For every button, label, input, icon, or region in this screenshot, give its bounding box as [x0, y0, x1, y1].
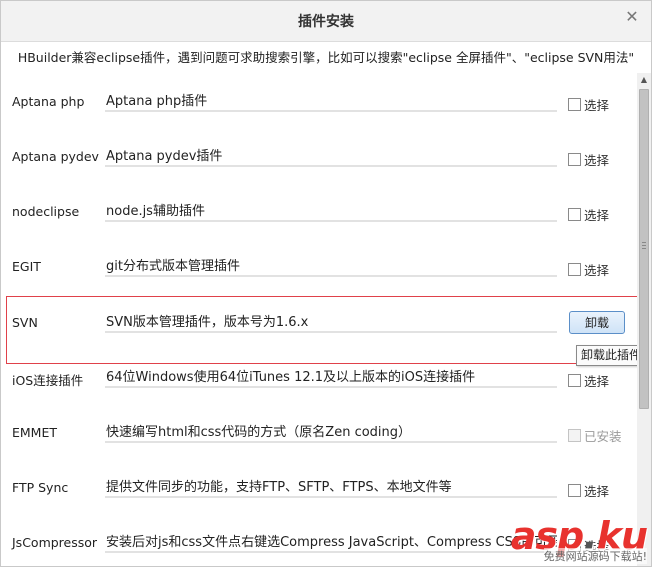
scroll-up-arrow-icon[interactable]: ▲ — [637, 73, 651, 87]
grip-line — [642, 245, 646, 246]
select-label: 选择 — [584, 484, 610, 499]
plugin-row-emmet: EMMET 快速编写html和css代码的方式（原名Zen coding） 已安… — [1, 404, 637, 459]
plugin-row-egit: EGIT git分布式版本管理插件 选择 — [1, 238, 637, 293]
select-checkbox[interactable]: 选择 — [568, 95, 609, 114]
title-bar: 插件安装 ✕ — [1, 1, 651, 42]
plugin-name: Aptana pydev — [12, 149, 99, 164]
plugin-description: git分布式版本管理插件 — [105, 255, 557, 277]
plugin-description: 提供文件同步的功能，支持FTP、SFTP、FTPS、本地文件等 — [105, 476, 557, 498]
grip-line — [642, 248, 646, 249]
plugin-description: Aptana pydev插件 — [105, 145, 557, 167]
select-label: 选择 — [584, 98, 610, 113]
watermark-tagline: 免费网站源码下载站! — [543, 548, 647, 564]
checkbox-icon[interactable] — [568, 374, 581, 387]
installed-label: 已安装 — [584, 429, 622, 444]
plugin-install-dialog: 插件安装 ✕ HBuilder兼容eclipse插件，遇到问题可求助搜索引擎，比… — [0, 0, 652, 567]
plugin-description: 64位Windows使用64位iTunes 12.1及以上版本的iOS连接插件 — [105, 366, 557, 388]
plugin-name: Aptana php — [12, 94, 85, 109]
vertical-scrollbar[interactable]: ▲ — [637, 73, 651, 566]
uninstall-button[interactable]: 卸载 — [569, 311, 625, 334]
plugin-description: Aptana php插件 — [105, 90, 557, 112]
select-checkbox[interactable]: 选择 — [568, 205, 609, 224]
plugin-name: FTP Sync — [12, 480, 69, 495]
plugin-name: nodeclipse — [12, 204, 80, 219]
grip-line — [642, 242, 646, 243]
scroll-thumb[interactable] — [639, 89, 649, 409]
dialog-title: 插件安装 — [298, 14, 354, 30]
select-checkbox[interactable]: 选择 — [568, 150, 609, 169]
plugin-description: 快速编写html和css代码的方式（原名Zen coding） — [105, 421, 557, 443]
checkbox-icon[interactable] — [568, 484, 581, 497]
plugin-row-ftp-sync: FTP Sync 提供文件同步的功能，支持FTP、SFTP、FTPS、本地文件等… — [1, 459, 637, 514]
svn-highlight-frame — [6, 296, 640, 364]
plugin-row-aptana-pydev: Aptana pydev Aptana pydev插件 选择 — [1, 128, 637, 183]
select-label: 选择 — [584, 208, 610, 223]
select-label: 选择 — [584, 263, 610, 278]
checkbox-icon[interactable] — [568, 263, 581, 276]
plugin-name: JsCompressor — [12, 535, 98, 550]
installed-checkbox: 已安装 — [568, 426, 622, 445]
select-checkbox[interactable]: 选择 — [568, 481, 609, 500]
plugin-name: EMMET — [12, 425, 58, 440]
checkbox-icon[interactable] — [568, 208, 581, 221]
checkbox-icon[interactable] — [568, 98, 581, 111]
plugin-row-aptana-php: Aptana php Aptana php插件 选择 — [1, 73, 637, 128]
select-checkbox[interactable]: 选择 — [568, 371, 609, 390]
plugin-name: EGIT — [12, 259, 41, 274]
plugin-name: iOS连接插件 — [12, 373, 84, 388]
checkbox-icon — [568, 429, 581, 442]
search-hint: HBuilder兼容eclipse插件，遇到问题可求助搜索引擎，比如可以搜索"e… — [17, 50, 635, 65]
checkbox-icon[interactable] — [568, 153, 581, 166]
plugin-description: node.js辅助插件 — [105, 200, 557, 222]
select-label: 选择 — [584, 153, 610, 168]
close-icon[interactable]: ✕ — [623, 8, 641, 26]
select-label: 选择 — [584, 374, 610, 389]
site-watermark: asp.ku 免费网站源码下载站! — [472, 516, 648, 564]
plugin-row-nodeclipse: nodeclipse node.js辅助插件 选择 — [1, 183, 637, 238]
uninstall-tooltip: 卸载此插件 — [576, 345, 647, 366]
select-checkbox[interactable]: 选择 — [568, 260, 609, 279]
